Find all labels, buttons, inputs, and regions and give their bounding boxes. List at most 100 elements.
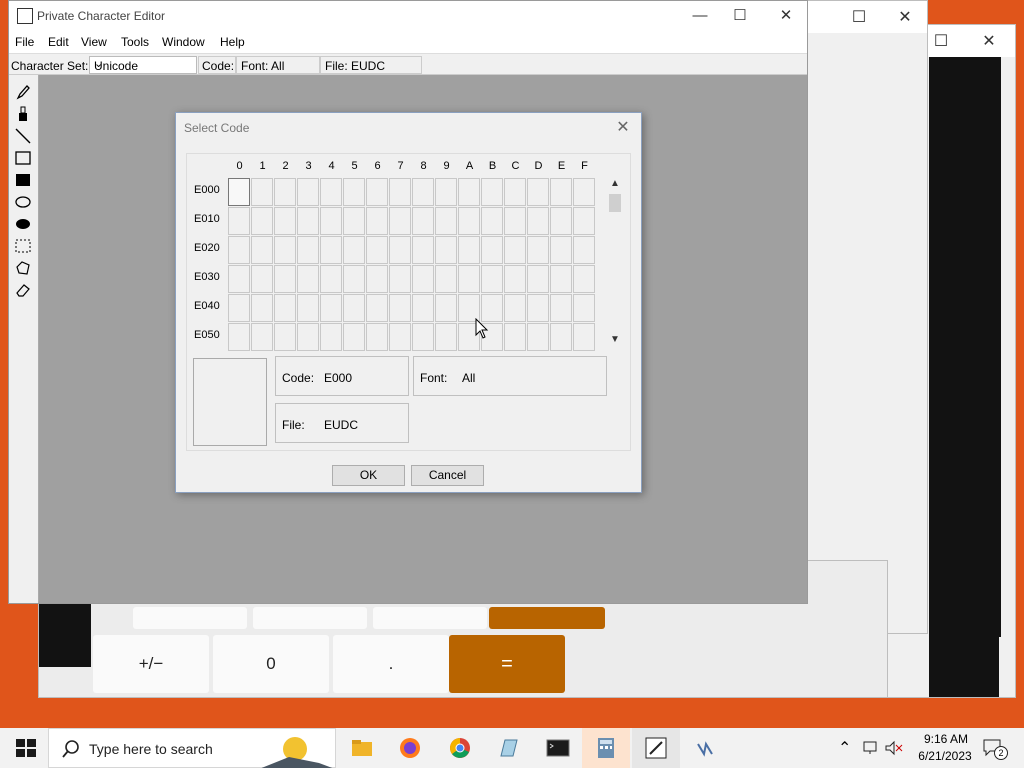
code-cell[interactable] — [573, 236, 595, 264]
code-cell[interactable] — [343, 207, 365, 235]
code-cell[interactable] — [251, 236, 273, 264]
code-cell[interactable] — [297, 294, 319, 322]
code-cell[interactable] — [550, 294, 572, 322]
code-cell[interactable] — [228, 294, 250, 322]
code-cell[interactable] — [274, 294, 296, 322]
code-cell[interactable] — [343, 265, 365, 293]
code-cell[interactable] — [274, 236, 296, 264]
menu-tools[interactable]: Tools — [121, 35, 149, 49]
code-cell[interactable] — [504, 207, 526, 235]
chrome-icon[interactable] — [448, 736, 472, 760]
code-cell[interactable] — [435, 236, 457, 264]
search-box[interactable]: Type here to search — [48, 728, 336, 768]
line-icon[interactable] — [14, 127, 32, 145]
code-cell[interactable] — [228, 178, 250, 206]
code-cell[interactable] — [389, 207, 411, 235]
code-cell[interactable] — [320, 265, 342, 293]
code-cell[interactable] — [412, 323, 434, 351]
code-cell[interactable] — [550, 265, 572, 293]
maximize-button[interactable]: ☐ — [725, 5, 755, 27]
pencil-icon[interactable] — [14, 83, 32, 101]
code-cell[interactable] — [481, 236, 503, 264]
code-cell[interactable] — [297, 323, 319, 351]
eraser-icon[interactable] — [14, 281, 32, 299]
terminal-icon[interactable] — [546, 736, 570, 760]
firefox-icon[interactable] — [398, 736, 422, 760]
code-cell[interactable] — [412, 178, 434, 206]
code-cell[interactable] — [389, 265, 411, 293]
code-cell[interactable] — [389, 178, 411, 206]
menu-view[interactable]: View — [81, 35, 107, 49]
code-cell[interactable] — [366, 207, 388, 235]
code-cell[interactable] — [412, 265, 434, 293]
code-cell[interactable] — [251, 207, 273, 235]
code-cell[interactable] — [435, 294, 457, 322]
scroll-up-arrow[interactable]: ▲ — [607, 178, 623, 189]
notepad-icon[interactable] — [497, 736, 521, 760]
code-cell[interactable] — [320, 294, 342, 322]
negate-button[interactable]: +/− — [93, 635, 209, 693]
code-cell[interactable] — [274, 323, 296, 351]
code-cell[interactable] — [412, 236, 434, 264]
brush-icon[interactable] — [14, 105, 32, 123]
code-cell[interactable] — [504, 323, 526, 351]
code-cell[interactable] — [389, 236, 411, 264]
code-cell[interactable] — [527, 323, 549, 351]
clock-date[interactable]: 6/21/2023 — [910, 749, 980, 763]
code-cell[interactable] — [228, 236, 250, 264]
code-cell[interactable] — [527, 207, 549, 235]
code-cell[interactable] — [573, 178, 595, 206]
code-cell[interactable] — [550, 323, 572, 351]
code-cell[interactable] — [228, 207, 250, 235]
calculator-icon[interactable] — [594, 736, 618, 760]
menu-file[interactable]: File — [15, 35, 34, 49]
zero-button[interactable]: 0 — [213, 635, 329, 693]
menu-window[interactable]: Window — [162, 35, 205, 49]
code-cell[interactable] — [274, 265, 296, 293]
code-cell[interactable] — [343, 236, 365, 264]
code-cell[interactable] — [458, 265, 480, 293]
code-cell[interactable] — [228, 323, 250, 351]
scroll-thumb[interactable] — [609, 194, 621, 212]
code-cell[interactable] — [550, 207, 572, 235]
code-cell[interactable] — [297, 265, 319, 293]
code-cell[interactable] — [274, 207, 296, 235]
code-cell[interactable] — [297, 236, 319, 264]
ok-button[interactable]: OK — [332, 465, 405, 486]
code-cell[interactable] — [481, 178, 503, 206]
code-cell[interactable] — [251, 323, 273, 351]
code-cell[interactable] — [366, 294, 388, 322]
volume-muted-icon[interactable] — [884, 740, 904, 756]
code-cell[interactable] — [366, 236, 388, 264]
code-cell[interactable] — [320, 236, 342, 264]
private-character-editor-icon[interactable] — [644, 736, 668, 760]
code-cell[interactable] — [297, 207, 319, 235]
maximize-icon[interactable]: ☐ — [849, 7, 869, 27]
code-cell[interactable] — [504, 178, 526, 206]
code-cell[interactable] — [251, 294, 273, 322]
code-cell[interactable] — [527, 178, 549, 206]
freeform-selection-icon[interactable] — [14, 259, 32, 277]
code-cell[interactable] — [481, 265, 503, 293]
minimize-button[interactable]: — — [685, 5, 715, 27]
code-cell[interactable] — [573, 265, 595, 293]
code-cell[interactable] — [458, 236, 480, 264]
close-icon[interactable]: ✕ — [979, 31, 999, 51]
code-cell[interactable] — [527, 265, 549, 293]
code-cell[interactable] — [320, 323, 342, 351]
code-cell[interactable] — [412, 294, 434, 322]
code-cell[interactable] — [343, 178, 365, 206]
code-cell[interactable] — [435, 265, 457, 293]
code-cell[interactable] — [366, 323, 388, 351]
code-cell[interactable] — [458, 178, 480, 206]
close-icon[interactable]: ✕ — [895, 7, 915, 27]
maximize-icon[interactable]: ☐ — [931, 31, 951, 51]
code-cell[interactable] — [320, 207, 342, 235]
code-cell[interactable] — [481, 207, 503, 235]
code-cell[interactable] — [228, 265, 250, 293]
code-cell[interactable] — [435, 178, 457, 206]
code-cell[interactable] — [366, 178, 388, 206]
decimal-button[interactable]: . — [333, 635, 449, 693]
close-icon[interactable]: ✕ — [611, 116, 635, 140]
app-icon[interactable] — [694, 736, 718, 760]
